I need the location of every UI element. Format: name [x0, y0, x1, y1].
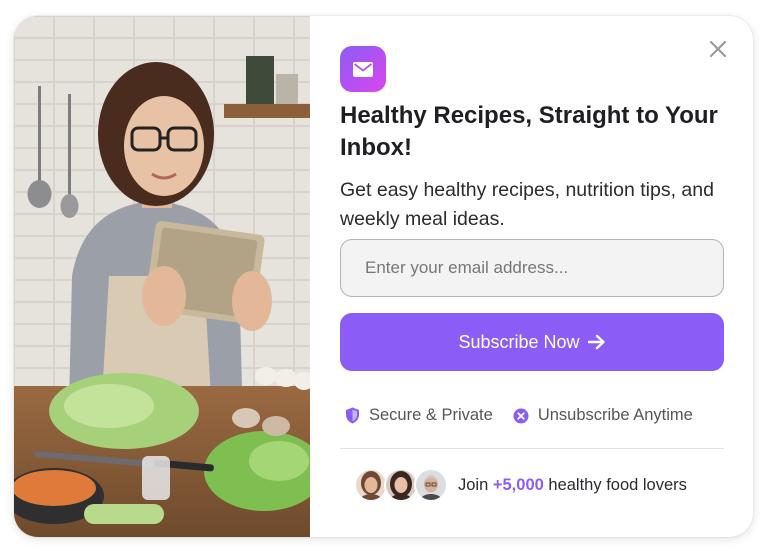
- feature-unsubscribe-label: Unsubscribe Anytime: [537, 406, 693, 424]
- feature-secure: Secure & Private: [345, 406, 493, 425]
- avatar: [414, 468, 448, 502]
- mail-badge: [340, 46, 386, 92]
- arrow-right-icon: [587, 334, 605, 350]
- avatar: [384, 468, 418, 502]
- modal-description: Get easy healthy recipes, nutrition tips…: [340, 179, 714, 230]
- social-proof-suffix: healthy food lovers: [548, 475, 687, 494]
- subscribe-button[interactable]: Subscribe Now: [340, 313, 724, 371]
- x-circle-icon: [513, 408, 529, 423]
- avatar-stack: [354, 468, 448, 502]
- social-proof: Join +5,000 healthy food lovers: [354, 468, 687, 502]
- divider: [340, 448, 724, 449]
- signup-panel: Healthy Recipes, Straight to Your Inbox!…: [310, 16, 753, 537]
- social-proof-prefix: Join: [458, 475, 489, 494]
- newsletter-modal: Healthy Recipes, Straight to Your Inbox!…: [14, 16, 753, 537]
- subscribe-button-label: Subscribe Now: [458, 331, 580, 352]
- feature-unsubscribe: Unsubscribe Anytime: [513, 406, 693, 425]
- modal-title: Healthy Recipes, Straight to Your Inbox!: [340, 102, 718, 161]
- social-proof-text: Join +5,000 healthy food lovers: [458, 476, 687, 495]
- feature-secure-label: Secure & Private: [369, 406, 493, 424]
- close-icon[interactable]: [707, 38, 729, 60]
- feature-list: Secure & Private Unsubscribe Anytime: [345, 406, 693, 425]
- avatar: [354, 468, 388, 502]
- subscriber-count: +5,000: [492, 475, 544, 494]
- email-field[interactable]: [340, 239, 724, 297]
- mail-icon: [353, 61, 373, 77]
- hero-photo: [14, 16, 310, 537]
- shield-icon: [346, 407, 359, 424]
